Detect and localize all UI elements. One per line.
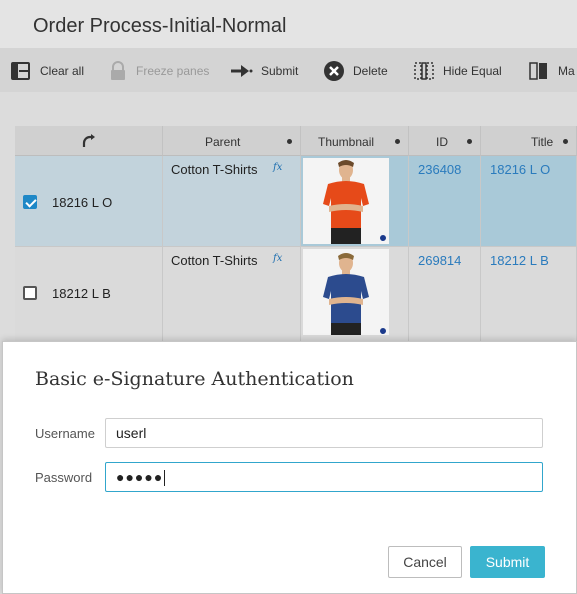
column-header-title[interactable]: Title [481, 126, 577, 156]
username-field[interactable]: userl [105, 418, 543, 448]
thumbnail-cell[interactable] [301, 156, 409, 247]
delete-button[interactable]: Delete [323, 60, 388, 82]
id-link[interactable]: 269814 [418, 253, 461, 268]
freeze-panes-label: Freeze panes [136, 64, 210, 78]
parent-cell[interactable]: Cotton T-Shirts fx [163, 156, 301, 247]
more-toolbar-label: Ma [558, 64, 575, 78]
clear-all-label: Clear all [40, 64, 85, 78]
arrow-right-icon [229, 60, 253, 82]
freeze-panes-button[interactable]: Freeze panes [108, 60, 209, 82]
parent-value: Cotton T-Shirts [171, 253, 258, 268]
text-caret [164, 470, 166, 487]
username-label: Username [35, 426, 95, 441]
submit-toolbar-label: Submit [261, 64, 299, 78]
hide-equal-button[interactable]: Hide Equal [413, 60, 502, 82]
parent-cell[interactable]: Cotton T-Shirts fx [163, 247, 301, 342]
id-link[interactable]: 236408 [418, 162, 461, 177]
row-name: 18216 L O [52, 195, 113, 210]
id-cell[interactable]: 269814 [409, 247, 481, 342]
column-header-parent[interactable]: Parent [163, 126, 301, 156]
page-title: Order Process-Initial-Normal [33, 15, 287, 37]
clear-all-icon [10, 60, 32, 82]
password-value: ●●●●● [116, 469, 164, 485]
column-header-label: Thumbnail [318, 135, 375, 149]
column-menu-dot-icon[interactable] [287, 139, 292, 144]
column-menu-dot-icon[interactable] [467, 139, 472, 144]
table-row[interactable]: 18216 L O Cotton T-Shirts fx 236408 1821… [15, 156, 577, 247]
select-cell[interactable]: 18216 L O [15, 156, 163, 247]
row-checkbox[interactable] [23, 286, 37, 300]
id-cell[interactable]: 236408 [409, 156, 481, 247]
password-field[interactable]: ●●●●● [105, 462, 543, 492]
lock-icon [108, 60, 128, 82]
parent-value: Cotton T-Shirts [171, 162, 258, 177]
e-signature-dialog: Basic e-Signature Authentication Usernam… [2, 341, 577, 594]
delete-icon [323, 60, 345, 82]
column-menu-dot-icon[interactable] [395, 139, 400, 144]
column-header-thumbnail[interactable]: Thumbnail [301, 126, 409, 156]
delete-label: Delete [353, 64, 388, 78]
submit-button[interactable]: Submit [470, 546, 545, 578]
row-name: 18212 L B [52, 286, 111, 301]
title-cell[interactable]: 18212 L B [481, 247, 577, 342]
title-link[interactable]: 18216 L O [490, 162, 550, 177]
hide-columns-icon [413, 60, 435, 82]
title-link[interactable]: 18212 L B [490, 253, 549, 268]
tshirt-orange-image[interactable] [303, 158, 389, 244]
column-header-select[interactable] [15, 126, 163, 156]
more-toolbar-button[interactable]: Ma [528, 60, 575, 82]
tshirt-blue-image[interactable] [303, 249, 389, 335]
title-cell[interactable]: 18216 L O [481, 156, 577, 247]
select-cell[interactable]: 18212 L B [15, 247, 163, 342]
column-menu-dot-icon[interactable] [563, 139, 568, 144]
column-header-id[interactable]: ID [409, 126, 481, 156]
column-header-label: Parent [205, 135, 241, 149]
table-row[interactable]: 18212 L B Cotton T-Shirts fx 269814 1821… [15, 247, 577, 342]
column-header-label: ID [436, 135, 448, 149]
formula-icon: fx [273, 162, 283, 173]
row-checkbox[interactable] [23, 195, 37, 209]
submit-toolbar-button[interactable]: Submit [229, 60, 298, 82]
thumbnail-cell[interactable] [301, 247, 409, 342]
hide-equal-label: Hide Equal [443, 64, 502, 78]
clear-all-button[interactable]: Clear all [10, 60, 84, 82]
formula-icon: fx [273, 253, 283, 264]
toolbar: Clear all Freeze panes Submit Delete Hid… [0, 48, 577, 92]
columns-icon [528, 60, 550, 82]
pin-rotate-icon [81, 133, 97, 152]
password-label: Password [35, 470, 93, 485]
title-bar: Order Process-Initial-Normal [0, 0, 577, 48]
dialog-title: Basic e-Signature Authentication [35, 368, 354, 390]
cancel-button[interactable]: Cancel [388, 546, 462, 578]
data-grid: Parent Thumbnail ID Title 18216 L O Cott… [15, 126, 577, 342]
username-value: userl [116, 425, 147, 441]
column-header-label: Title [531, 135, 554, 149]
